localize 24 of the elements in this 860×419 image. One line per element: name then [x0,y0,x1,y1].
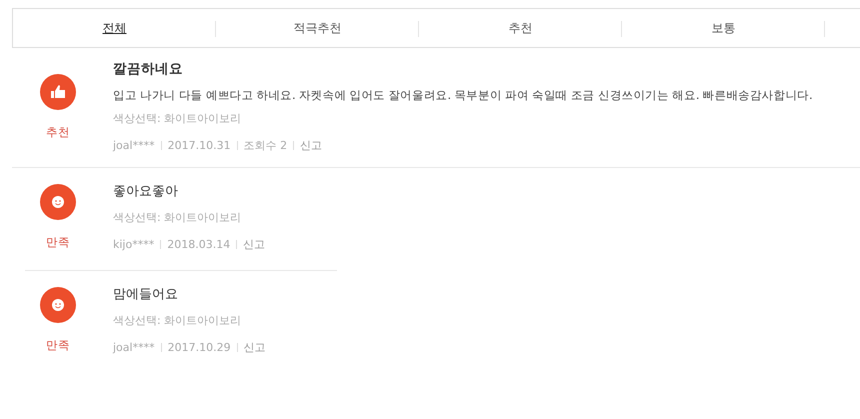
user-id: joal**** [113,139,155,152]
filter-tab[interactable]: 보통 [710,18,738,38]
review-date: 2017.10.31 [168,139,231,152]
review-title: 좋아요좋아 [113,183,179,200]
review-title: 맘에들어요 [113,286,179,303]
review-title: 깔끔하네요 [113,60,184,78]
review-date: 2017.10.29 [168,341,231,354]
option-text: 색상선택: 화이트아이보리 [113,210,242,225]
user-id: joal**** [113,341,155,354]
filter-tab[interactable]: 적극추천 [292,18,344,38]
rating-label: 만족 [46,338,70,353]
smiley-icon [40,287,76,323]
rating-label: 만족 [46,235,70,250]
view-count: 조회수 2 [244,138,288,153]
filter-tab[interactable]: 추천 [506,18,534,38]
rating-label: 추천 [46,124,70,140]
smiley-icon [40,184,76,220]
review-date: 2018.03.14 [167,238,230,251]
option-text: 색상선택: 화이트아이보리 [113,111,242,126]
thumbs-up-icon [40,74,76,110]
filter-tab[interactable]: 전체 [100,18,128,38]
review-text: 입고 나가니 다들 예쁘다고 하네요. 자켓속에 입어도 잘어울려요. 목부분이 파여 숙일때 조금 신경쓰이기는 해요. 빠른배송감사합니다. [113,88,812,103]
option-text: 색상선택: 화이트아이보리 [113,313,242,328]
user-id: kijo**** [113,238,154,251]
